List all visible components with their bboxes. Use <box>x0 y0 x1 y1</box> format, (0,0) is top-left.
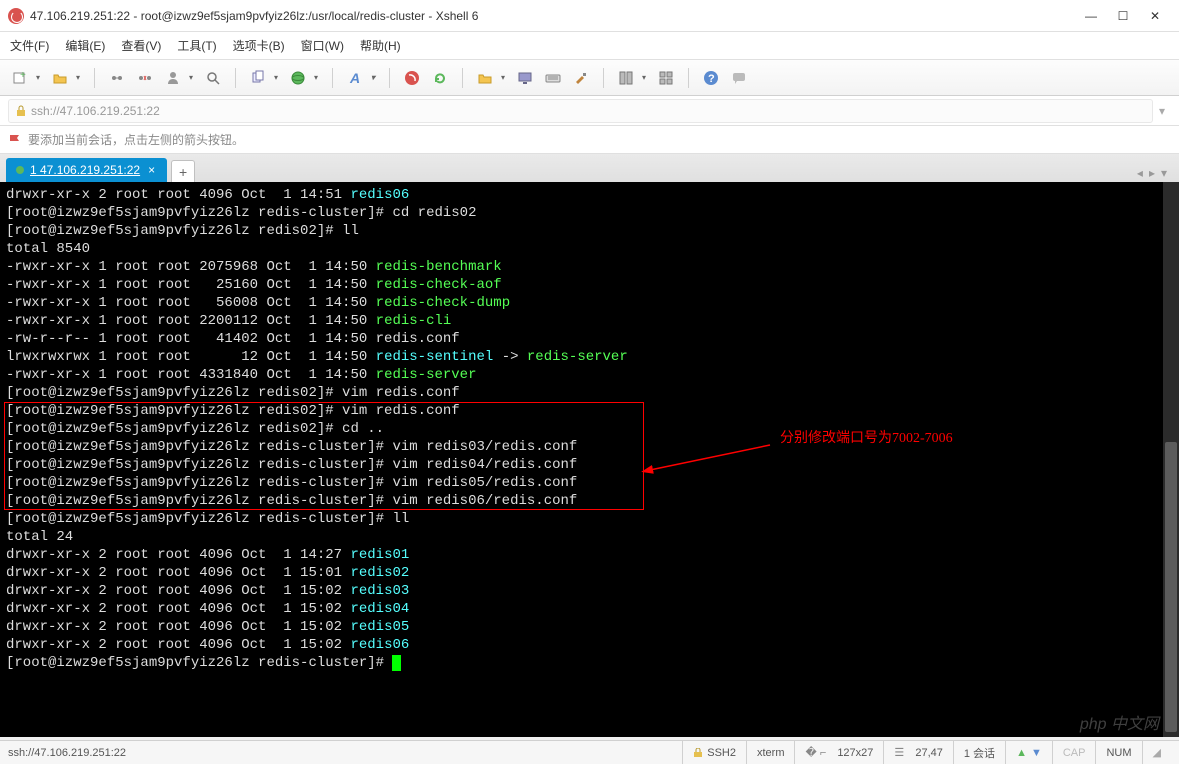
menu-help[interactable]: 帮助(H) <box>360 37 401 54</box>
menu-view[interactable]: 查看(V) <box>121 37 161 54</box>
terminal-line: drwxr-xr-x 2 root root 4096 Oct 1 15:02 … <box>6 618 1173 636</box>
terminal-line: drwxr-xr-x 2 root root 4096 Oct 1 14:27 … <box>6 546 1173 564</box>
status-term: xterm <box>746 741 795 764</box>
terminal-line: [root@izwz9ef5sjam9pvfyiz26lz redis-clus… <box>6 474 1173 492</box>
terminal[interactable]: drwxr-xr-x 2 root root 4096 Oct 1 14:51 … <box>0 182 1179 737</box>
address-text: ssh://47.106.219.251:22 <box>31 104 160 118</box>
font-icon[interactable]: A <box>343 66 367 90</box>
copy-icon[interactable] <box>246 66 270 90</box>
address-bar: ssh://47.106.219.251:22 ▾ <box>0 96 1179 126</box>
terminal-line: lrwxrwxrwx 1 root root 12 Oct 1 14:50 re… <box>6 348 1173 366</box>
brush-icon[interactable] <box>569 66 593 90</box>
status-transfer: ▲▼ <box>1005 741 1052 764</box>
terminal-line: [root@izwz9ef5sjam9pvfyiz26lz redis02]# … <box>6 402 1173 420</box>
disconnect-icon[interactable] <box>133 66 157 90</box>
status-size: � ⌐ 127x27 <box>794 741 883 764</box>
status-conn: SSH2 <box>682 741 746 764</box>
tab-status-icon <box>16 166 24 174</box>
terminal-line: -rwxr-xr-x 1 root root 25160 Oct 1 14:50… <box>6 276 1173 294</box>
tab-bar: 1 47.106.219.251:22 × + ◂ ▸ ▾ <box>0 154 1179 182</box>
status-address: ssh://47.106.219.251:22 <box>8 741 682 764</box>
menu-bar: 文件(F) 编辑(E) 查看(V) 工具(T) 选项卡(B) 窗口(W) 帮助(… <box>0 32 1179 60</box>
xshell-icon[interactable] <box>400 66 424 90</box>
menu-tools[interactable]: 工具(T) <box>177 37 216 54</box>
search-icon[interactable] <box>201 66 225 90</box>
menu-window[interactable]: 窗口(W) <box>301 37 344 54</box>
open-icon[interactable] <box>48 66 72 90</box>
profile-icon[interactable] <box>161 66 185 90</box>
maximize-button[interactable]: ☐ <box>1117 9 1129 23</box>
address-input[interactable]: ssh://47.106.219.251:22 <box>8 99 1153 123</box>
scrollbar-thumb[interactable] <box>1165 442 1177 732</box>
scrollbar[interactable] <box>1163 182 1179 737</box>
terminal-line: [root@izwz9ef5sjam9pvfyiz26lz redis02]# … <box>6 384 1173 402</box>
terminal-line: -rw-r--r-- 1 root root 41402 Oct 1 14:50… <box>6 330 1173 348</box>
tab-menu-icon[interactable]: ▾ <box>1161 166 1167 180</box>
svg-text:?: ? <box>708 73 715 85</box>
terminal-line: drwxr-xr-x 2 root root 4096 Oct 1 15:02 … <box>6 582 1173 600</box>
terminal-line: total 8540 <box>6 240 1173 258</box>
terminal-line: -rwxr-xr-x 1 root root 56008 Oct 1 14:50… <box>6 294 1173 312</box>
close-button[interactable]: ✕ <box>1149 9 1161 23</box>
new-session-icon[interactable]: + <box>8 66 32 90</box>
folder-icon[interactable] <box>473 66 497 90</box>
screen-icon[interactable] <box>513 66 537 90</box>
tile-icon[interactable] <box>654 66 678 90</box>
new-tab-button[interactable]: + <box>171 160 195 182</box>
status-bar: ssh://47.106.219.251:22 SSH2 xterm � ⌐ 1… <box>0 740 1179 764</box>
svg-text:+: + <box>20 70 26 81</box>
menu-file[interactable]: 文件(F) <box>10 37 49 54</box>
hint-bar: 要添加当前会话，点击左侧的箭头按钮。 <box>0 126 1179 154</box>
lock-icon <box>693 748 703 758</box>
terminal-line: total 24 <box>6 528 1173 546</box>
chat-icon[interactable] <box>727 66 751 90</box>
flag-icon <box>8 133 22 147</box>
title-bar: 47.106.219.251:22 - root@izwz9ef5sjam9pv… <box>0 0 1179 32</box>
reconnect-icon[interactable] <box>105 66 129 90</box>
menu-tabs[interactable]: 选项卡(B) <box>233 37 285 54</box>
terminal-line: [root@izwz9ef5sjam9pvfyiz26lz redis-clus… <box>6 492 1173 510</box>
annotation-text: 分别修改端口号为7002-7006 <box>780 430 953 448</box>
terminal-line: drwxr-xr-x 2 root root 4096 Oct 1 14:51 … <box>6 186 1173 204</box>
keyboard-icon[interactable] <box>541 66 565 90</box>
status-pos: ☰ 27,47 <box>883 741 952 764</box>
terminal-line: -rwxr-xr-x 1 root root 2200112 Oct 1 14:… <box>6 312 1173 330</box>
status-cap: CAP <box>1052 741 1096 764</box>
terminal-line: drwxr-xr-x 2 root root 4096 Oct 1 15:01 … <box>6 564 1173 582</box>
terminal-line: [root@izwz9ef5sjam9pvfyiz26lz redis-clus… <box>6 204 1173 222</box>
app-icon <box>8 8 24 24</box>
tab-nav-right-icon[interactable]: ▸ <box>1149 166 1155 180</box>
terminal-line: drwxr-xr-x 2 root root 4096 Oct 1 15:02 … <box>6 636 1173 654</box>
menu-edit[interactable]: 编辑(E) <box>65 37 105 54</box>
terminal-line: [root@izwz9ef5sjam9pvfyiz26lz redis02]# … <box>6 420 1173 438</box>
terminal-line: [root@izwz9ef5sjam9pvfyiz26lz redis-clus… <box>6 510 1173 528</box>
terminal-line: -rwxr-xr-x 1 root root 2075968 Oct 1 14:… <box>6 258 1173 276</box>
lock-icon <box>15 105 27 117</box>
tab-close-icon[interactable]: × <box>146 163 157 177</box>
window-title: 47.106.219.251:22 - root@izwz9ef5sjam9pv… <box>30 9 1085 23</box>
terminal-line: drwxr-xr-x 2 root root 4096 Oct 1 15:02 … <box>6 600 1173 618</box>
status-sessions: 1 会话 <box>953 741 1005 764</box>
terminal-line: -rwxr-xr-x 1 root root 4331840 Oct 1 14:… <box>6 366 1173 384</box>
hint-text: 要添加当前会话，点击左侧的箭头按钮。 <box>28 131 244 148</box>
globe-icon[interactable] <box>286 66 310 90</box>
terminal-line: [root@izwz9ef5sjam9pvfyiz26lz redis02]# … <box>6 222 1173 240</box>
layout-icon[interactable] <box>614 66 638 90</box>
minimize-button[interactable]: — <box>1085 9 1097 23</box>
status-resize-icon[interactable]: ◢ <box>1142 741 1171 764</box>
session-tab[interactable]: 1 47.106.219.251:22 × <box>6 158 167 182</box>
tab-nav-left-icon[interactable]: ◂ <box>1137 166 1143 180</box>
terminal-line: [root@izwz9ef5sjam9pvfyiz26lz redis-clus… <box>6 654 1173 672</box>
help-icon[interactable]: ? <box>699 66 723 90</box>
terminal-line: [root@izwz9ef5sjam9pvfyiz26lz redis-clus… <box>6 456 1173 474</box>
toolbar: + A ? <box>0 60 1179 96</box>
refresh-icon[interactable] <box>428 66 452 90</box>
terminal-line: [root@izwz9ef5sjam9pvfyiz26lz redis-clus… <box>6 438 1173 456</box>
status-num: NUM <box>1095 741 1141 764</box>
tab-label: 1 47.106.219.251:22 <box>30 163 140 177</box>
address-dropdown-icon[interactable]: ▾ <box>1153 104 1171 118</box>
